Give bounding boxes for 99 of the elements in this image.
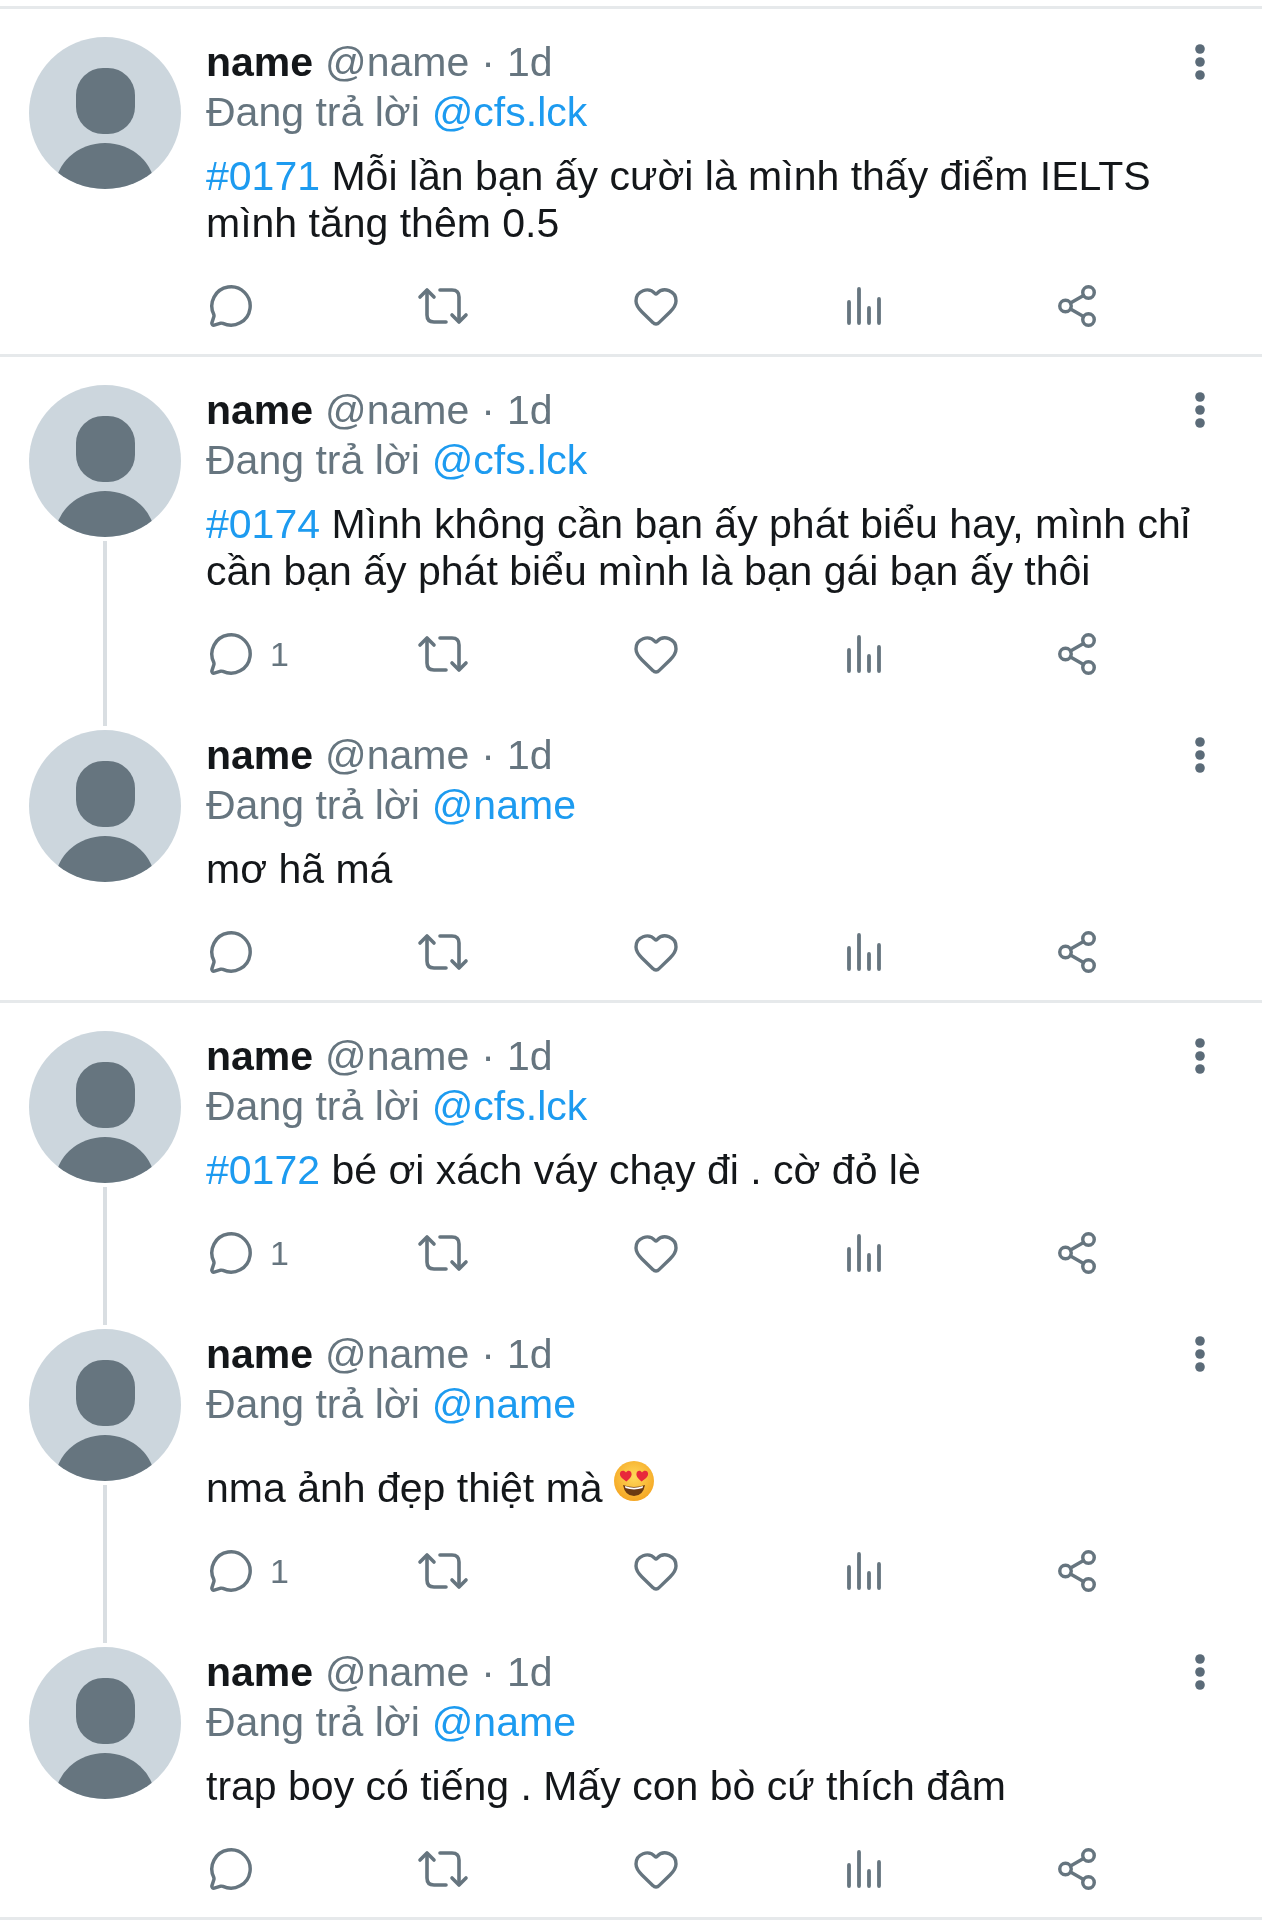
more-button[interactable] — [1195, 44, 1205, 80]
reply-button[interactable]: 1 — [208, 1230, 289, 1276]
more-button[interactable] — [1195, 1336, 1205, 1372]
more-button[interactable] — [1195, 737, 1205, 773]
hashtag-link[interactable]: #0172 — [206, 1147, 320, 1193]
replying-to-label: Đang trả lời — [206, 1698, 420, 1747]
retweet-button[interactable] — [417, 634, 469, 674]
separator-dot: · — [481, 1648, 495, 1697]
reply-button[interactable] — [208, 929, 254, 975]
default-avatar-icon[interactable] — [29, 385, 181, 537]
bar-chart-icon — [846, 1233, 882, 1273]
reply-button[interactable] — [208, 1846, 254, 1892]
post-time: 1d — [506, 1648, 553, 1697]
author-name[interactable]: name — [206, 1031, 314, 1081]
author-name[interactable]: name — [206, 730, 314, 780]
speech-bubble-icon — [208, 1846, 254, 1892]
views-button[interactable] — [846, 932, 882, 972]
replying-to-label: Đang trả lời — [206, 88, 420, 137]
author-name[interactable]: name — [206, 1329, 314, 1379]
retweet-button[interactable] — [417, 286, 469, 326]
views-button[interactable] — [846, 634, 882, 674]
repeat-arrows-icon — [417, 1551, 469, 1591]
mention-link[interactable]: @cfs.lck — [431, 435, 588, 485]
reply-button[interactable] — [208, 283, 254, 329]
tweet-text: #0171 Mỗi lần bạn ấy cười là mình thấy điểm IELTS mình tăng thêm 0.5 — [206, 153, 1152, 247]
author-handle: @name — [325, 1330, 470, 1379]
tweet-text: trap boy có tiếng . Mấy con bò cứ thích đâm — [206, 1763, 1008, 1810]
separator-dot: · — [481, 386, 495, 435]
author-handle: @name — [325, 1032, 470, 1081]
bar-chart-icon — [846, 286, 882, 326]
more-icon — [1195, 1038, 1205, 1074]
mention-link[interactable]: @name — [431, 1379, 576, 1429]
post-time: 1d — [506, 38, 553, 87]
hashtag-link[interactable]: #0174 — [206, 501, 320, 547]
repeat-arrows-icon — [417, 634, 469, 674]
default-avatar-icon[interactable] — [29, 37, 181, 189]
post-time: 1d — [506, 1032, 553, 1081]
more-icon — [1195, 1654, 1205, 1690]
separator-dot: · — [481, 38, 495, 87]
author-name[interactable]: name — [206, 385, 314, 435]
retweet-button[interactable] — [417, 1233, 469, 1273]
author-handle: @name — [325, 386, 470, 435]
default-avatar-icon[interactable] — [29, 730, 181, 882]
views-button[interactable] — [846, 286, 882, 326]
speech-bubble-icon — [208, 1548, 254, 1594]
retweet-button[interactable] — [417, 932, 469, 972]
tweet-text: #0174 Mình không cần bạn ấy phát biểu hay, mình chỉ cần bạn ấy phát biểu mình là bạn gái bạn ấy thôi — [206, 501, 1191, 595]
replying-to-label: Đang trả lời — [206, 436, 420, 485]
reply-button[interactable]: 1 — [208, 1548, 289, 1594]
bar-chart-icon — [846, 1551, 882, 1591]
separator-dot: · — [481, 731, 495, 780]
replying-to-label: Đang trả lời — [206, 781, 420, 830]
replying-to-label: Đang trả lời — [206, 1380, 420, 1429]
mention-link[interactable]: @name — [431, 1697, 576, 1747]
bar-chart-icon — [846, 932, 882, 972]
bar-chart-icon — [846, 1849, 882, 1889]
default-avatar-icon[interactable] — [29, 1031, 181, 1183]
hashtag-link[interactable]: #0171 — [206, 153, 320, 199]
post-time: 1d — [506, 731, 553, 780]
speech-bubble-icon — [208, 631, 254, 677]
tweet-text: mơ hã má — [206, 846, 394, 893]
repeat-arrows-icon — [417, 932, 469, 972]
retweet-button[interactable] — [417, 1849, 469, 1889]
default-avatar-icon[interactable] — [29, 1647, 181, 1799]
more-button[interactable] — [1195, 392, 1205, 428]
separator-dot: · — [481, 1032, 495, 1081]
post-time: 1d — [506, 1330, 553, 1379]
author-name[interactable]: name — [206, 1647, 314, 1697]
views-button[interactable] — [846, 1551, 882, 1591]
reply-button[interactable]: 1 — [208, 631, 289, 677]
retweet-button[interactable] — [417, 1551, 469, 1591]
author-handle: @name — [325, 1648, 470, 1697]
author-handle: @name — [325, 38, 470, 87]
post-time: 1d — [506, 386, 553, 435]
default-avatar-icon[interactable] — [29, 1329, 181, 1481]
mention-link[interactable]: @cfs.lck — [431, 87, 588, 137]
tweet-text: nma ảnh đẹp thiệt mà — [206, 1445, 1196, 1512]
mention-link[interactable]: @name — [431, 780, 576, 830]
repeat-arrows-icon — [417, 1233, 469, 1273]
mention-link[interactable]: @cfs.lck — [431, 1081, 588, 1131]
views-button[interactable] — [846, 1233, 882, 1273]
tweet-text: #0172 bé ơi xách váy chạy đi . cờ đỏ lè — [206, 1147, 922, 1194]
views-button[interactable] — [846, 1849, 882, 1889]
repeat-arrows-icon — [417, 286, 469, 326]
more-icon — [1195, 737, 1205, 773]
speech-bubble-icon — [208, 1230, 254, 1276]
separator-dot: · — [481, 1330, 495, 1379]
more-button[interactable] — [1195, 1654, 1205, 1690]
more-icon — [1195, 1336, 1205, 1372]
bar-chart-icon — [846, 634, 882, 674]
replying-to-label: Đang trả lời — [206, 1082, 420, 1131]
speech-bubble-icon — [208, 929, 254, 975]
repeat-arrows-icon — [417, 1849, 469, 1889]
more-icon — [1195, 44, 1205, 80]
speech-bubble-icon — [208, 283, 254, 329]
author-name[interactable]: name — [206, 37, 314, 87]
author-handle: @name — [325, 731, 470, 780]
more-icon — [1195, 392, 1205, 428]
more-button[interactable] — [1195, 1038, 1205, 1074]
